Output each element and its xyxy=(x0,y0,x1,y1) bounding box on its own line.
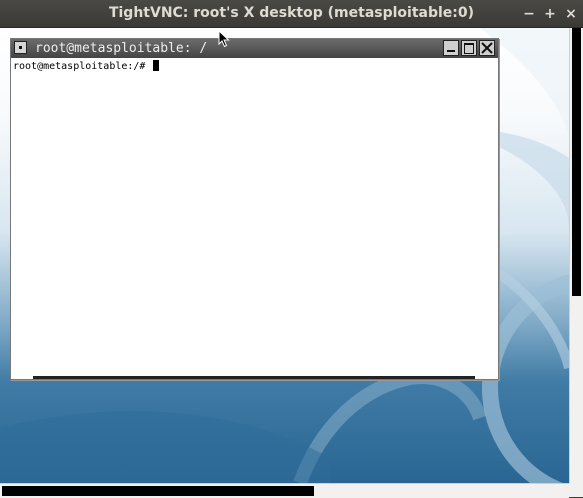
xterm-window[interactable]: root@metasploitable: / root@metasploitab… xyxy=(10,38,499,380)
mouse-pointer-icon xyxy=(218,30,230,48)
terminal-area[interactable]: root@metasploitable:/# xyxy=(13,60,496,375)
vnc-maximize-button[interactable]: + xyxy=(544,6,556,22)
window-menu-icon[interactable] xyxy=(14,41,27,54)
vnc-titlebar[interactable]: TightVNC: root's X desktop (metasploitab… xyxy=(0,0,583,28)
vnc-window-title: TightVNC: root's X desktop (metasploitab… xyxy=(108,5,475,21)
horizontal-scroll-thumb[interactable] xyxy=(2,486,314,496)
xterm-bottom-edge xyxy=(33,376,475,379)
terminal-prompt-line: root@metasploitable:/# xyxy=(13,60,496,74)
vertical-scrollbar[interactable] xyxy=(569,28,583,483)
maximize-icon[interactable] xyxy=(461,40,477,56)
scrollbar-corner xyxy=(569,483,583,497)
vertical-scroll-thumb[interactable] xyxy=(572,28,581,296)
vnc-minimize-button[interactable]: − xyxy=(523,6,535,22)
xterm-title: root@metasploitable: / xyxy=(35,41,208,56)
terminal-prompt: root@metasploitable:/# xyxy=(13,61,152,72)
vnc-window-controls: − + × xyxy=(523,0,577,27)
close-icon[interactable] xyxy=(479,40,495,56)
xterm-titlebar[interactable]: root@metasploitable: / xyxy=(11,39,498,58)
text-cursor xyxy=(153,60,160,71)
horizontal-scrollbar[interactable] xyxy=(0,483,569,498)
vnc-close-button[interactable]: × xyxy=(565,6,577,22)
minimize-icon[interactable] xyxy=(443,40,459,56)
